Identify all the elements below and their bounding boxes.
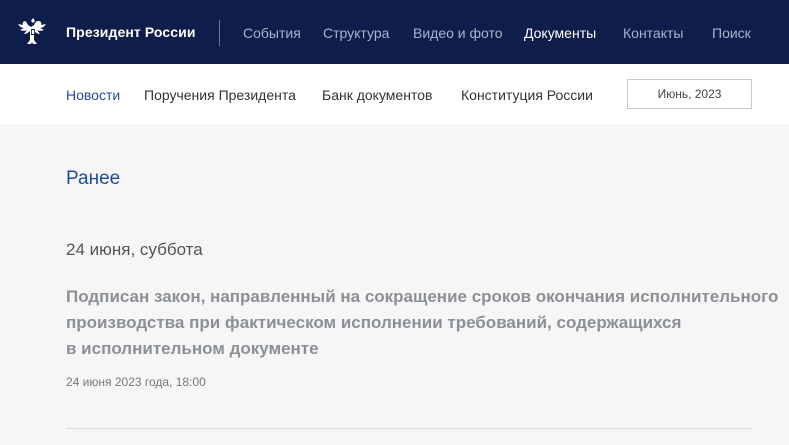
- nav-events[interactable]: События: [243, 25, 301, 41]
- nav-contacts[interactable]: Контакты: [623, 25, 683, 41]
- article-title[interactable]: Подписан закон, направленный на сокращен…: [66, 284, 779, 362]
- subnav-news[interactable]: Новости: [66, 87, 120, 103]
- sub-header: Новости Поручения Президента Банк докуме…: [0, 64, 789, 124]
- article-timestamp: 24 июня 2023 года, 18:00: [66, 375, 206, 389]
- subnav-constitution[interactable]: Конституция России: [461, 87, 593, 103]
- site-brand[interactable]: Президент России: [66, 24, 196, 40]
- nav-documents[interactable]: Документы: [524, 25, 596, 41]
- article-title-line: в исполнительном документе: [66, 339, 319, 358]
- article-title-line: производства при фактическом исполнении …: [66, 313, 682, 332]
- subnav-document-bank[interactable]: Банк документов: [322, 87, 432, 103]
- nav-search[interactable]: Поиск: [712, 25, 751, 41]
- article-title-line: Подписан закон, направленный на сокращен…: [66, 287, 779, 306]
- nav-structure[interactable]: Структура: [323, 25, 389, 41]
- nav-video-photo[interactable]: Видео и фото: [413, 25, 503, 41]
- subnav-president-orders[interactable]: Поручения Президента: [144, 87, 296, 103]
- month-selector[interactable]: Июнь, 2023: [627, 79, 752, 109]
- header-divider: [219, 20, 220, 46]
- top-header: Президент России События Структура Видео…: [0, 0, 789, 64]
- day-heading: 24 июня, суббота: [66, 240, 203, 259]
- double-headed-eagle-icon[interactable]: [16, 15, 50, 49]
- earlier-link[interactable]: Ранее: [66, 168, 120, 190]
- article-divider: [66, 428, 752, 429]
